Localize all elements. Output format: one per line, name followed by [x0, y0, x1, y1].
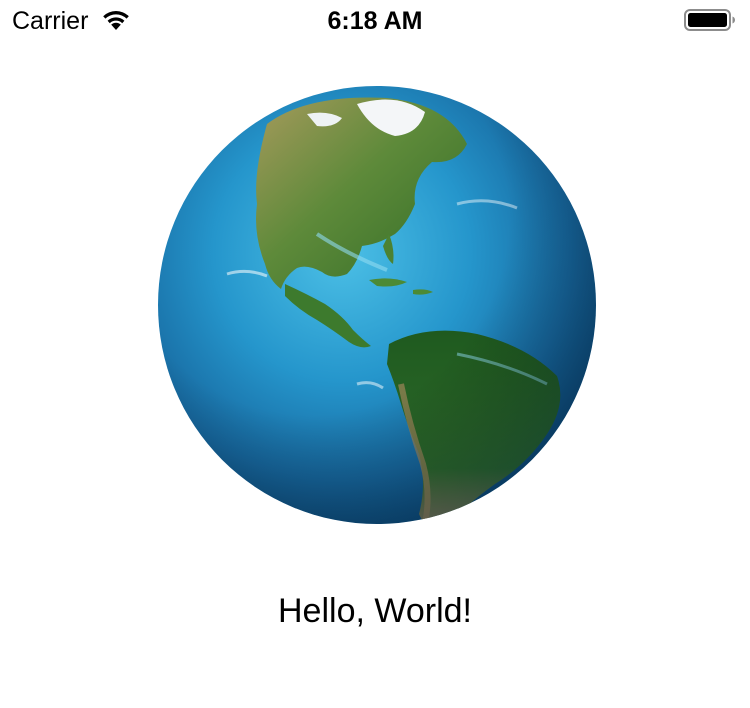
clock-time: 6:18 AM [327, 7, 423, 35]
earth-globe-image [157, 84, 597, 526]
greeting-label: Hello, World! [278, 592, 472, 630]
status-bar: Carrier 6:18 AM [0, 0, 750, 40]
battery-icon [684, 9, 736, 31]
app-screen: Carrier 6:18 AM Hello, World! [0, 0, 750, 708]
